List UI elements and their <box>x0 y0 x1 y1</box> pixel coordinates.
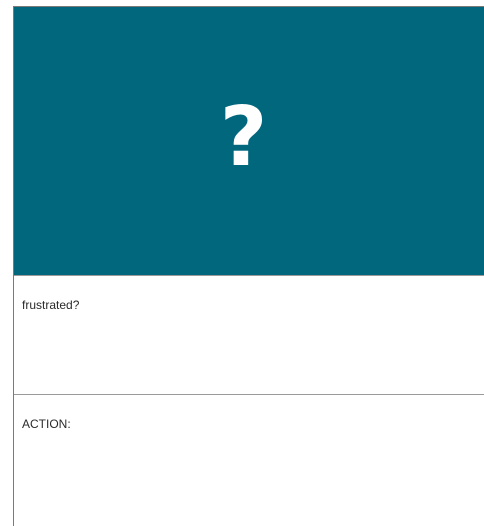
action-label: ACTION: <box>22 417 71 431</box>
question-mark-icon: ? <box>219 90 268 185</box>
divider <box>14 275 484 276</box>
divider <box>14 394 484 395</box>
feeling-label: frustrated? <box>22 298 80 312</box>
card: ? frustrated? ACTION: <box>13 6 484 526</box>
hero-banner: ? <box>14 7 484 275</box>
